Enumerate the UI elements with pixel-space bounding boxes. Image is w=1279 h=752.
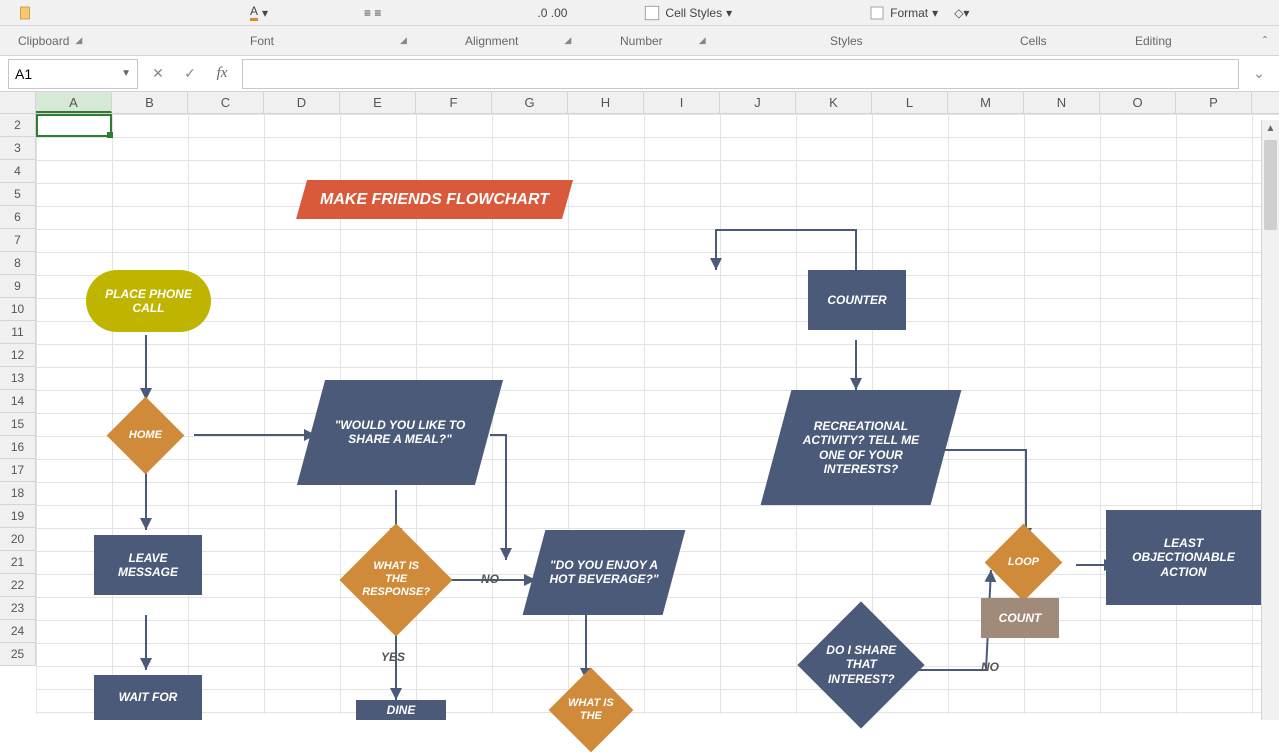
group-font: Font◢ <box>250 34 407 48</box>
insert-function-button[interactable]: fx <box>210 62 234 86</box>
row-header[interactable]: 6 <box>0 206 36 229</box>
row-header[interactable]: 18 <box>0 482 36 505</box>
formula-bar: A1 ▼ ✕ ✓ fx ⌄ <box>0 56 1279 92</box>
column-header[interactable]: L <box>872 92 948 113</box>
column-header[interactable]: B <box>112 92 188 113</box>
row-header[interactable]: 8 <box>0 252 36 275</box>
row-header[interactable]: 23 <box>0 597 36 620</box>
column-header[interactable]: J <box>720 92 796 113</box>
row-header[interactable]: 2 <box>0 114 36 137</box>
row-header[interactable]: 24 <box>0 620 36 643</box>
paste-button[interactable] <box>8 4 42 22</box>
row-header[interactable]: 22 <box>0 574 36 597</box>
clear-button[interactable]: ◇▾ <box>946 6 977 20</box>
row-header[interactable]: 20 <box>0 528 36 551</box>
name-box-dropdown-icon[interactable]: ▼ <box>121 68 131 79</box>
column-header[interactable]: N <box>1024 92 1100 113</box>
group-cells: Cells <box>1020 34 1047 48</box>
row-header[interactable]: 12 <box>0 344 36 367</box>
ribbon-groups-row: Clipboard◢ Font◢ Alignment◢ Number◢ Styl… <box>0 26 1279 56</box>
select-all-corner[interactable] <box>0 92 36 113</box>
vertical-scrollbar[interactable]: ▲ <box>1261 120 1279 720</box>
group-alignment: Alignment◢ <box>465 34 571 48</box>
column-headers: ABCDEFGHIJKLMNOP <box>0 92 1279 114</box>
row-header[interactable]: 4 <box>0 160 36 183</box>
format-button[interactable]: Format▾ <box>860 4 946 22</box>
row-header[interactable]: 19 <box>0 505 36 528</box>
row-header[interactable]: 10 <box>0 298 36 321</box>
row-header[interactable]: 25 <box>0 643 36 666</box>
column-header[interactable]: D <box>264 92 340 113</box>
column-header[interactable]: P <box>1176 92 1252 113</box>
name-box-value: A1 <box>15 66 32 82</box>
formula-accept-button[interactable]: ✓ <box>178 62 202 86</box>
group-editing: Editing <box>1135 34 1172 48</box>
font-color-button[interactable]: A▾ <box>242 4 276 21</box>
cell-styles-button[interactable]: Cell Styles▾ <box>635 4 740 22</box>
row-headers: 2345678910111213141516171819202122232425 <box>0 114 36 666</box>
column-header[interactable]: I <box>644 92 720 113</box>
column-header[interactable]: E <box>340 92 416 113</box>
row-header[interactable]: 16 <box>0 436 36 459</box>
group-number: Number◢ <box>620 34 706 48</box>
cells-area[interactable] <box>36 114 1279 714</box>
row-header[interactable]: 5 <box>0 183 36 206</box>
column-header[interactable]: A <box>36 92 112 113</box>
collapse-ribbon-icon[interactable]: ˆ <box>1263 34 1267 48</box>
selected-cell <box>36 114 112 137</box>
row-header[interactable]: 7 <box>0 229 36 252</box>
column-header[interactable]: C <box>188 92 264 113</box>
formula-expand-icon[interactable]: ⌄ <box>1247 62 1271 86</box>
group-clipboard: Clipboard◢ <box>18 34 82 48</box>
column-header[interactable]: O <box>1100 92 1176 113</box>
row-header[interactable]: 9 <box>0 275 36 298</box>
column-header[interactable]: G <box>492 92 568 113</box>
row-header[interactable]: 13 <box>0 367 36 390</box>
column-header[interactable]: H <box>568 92 644 113</box>
row-header[interactable]: 14 <box>0 390 36 413</box>
column-header[interactable]: M <box>948 92 1024 113</box>
ribbon-icons-row: A▾ ≡ ≡ .0 .00 Cell Styles▾ Format▾ ◇▾ <box>0 0 1279 26</box>
name-box[interactable]: A1 ▼ <box>8 59 138 89</box>
number-format[interactable]: .0 .00 <box>529 6 575 20</box>
column-header[interactable]: K <box>796 92 872 113</box>
column-header[interactable]: F <box>416 92 492 113</box>
align-buttons[interactable]: ≡ ≡ <box>356 6 389 20</box>
row-header[interactable]: 15 <box>0 413 36 436</box>
scroll-up-icon[interactable]: ▲ <box>1262 120 1279 138</box>
row-header[interactable]: 17 <box>0 459 36 482</box>
spreadsheet-grid[interactable]: ABCDEFGHIJKLMNOP 23456789101112131415161… <box>0 92 1279 114</box>
row-header[interactable]: 21 <box>0 551 36 574</box>
formula-input[interactable] <box>242 59 1239 89</box>
formula-cancel-button[interactable]: ✕ <box>146 62 170 86</box>
group-styles: Styles <box>830 34 863 48</box>
row-header[interactable]: 3 <box>0 137 36 160</box>
row-header[interactable]: 11 <box>0 321 36 344</box>
scroll-thumb[interactable] <box>1264 140 1277 230</box>
